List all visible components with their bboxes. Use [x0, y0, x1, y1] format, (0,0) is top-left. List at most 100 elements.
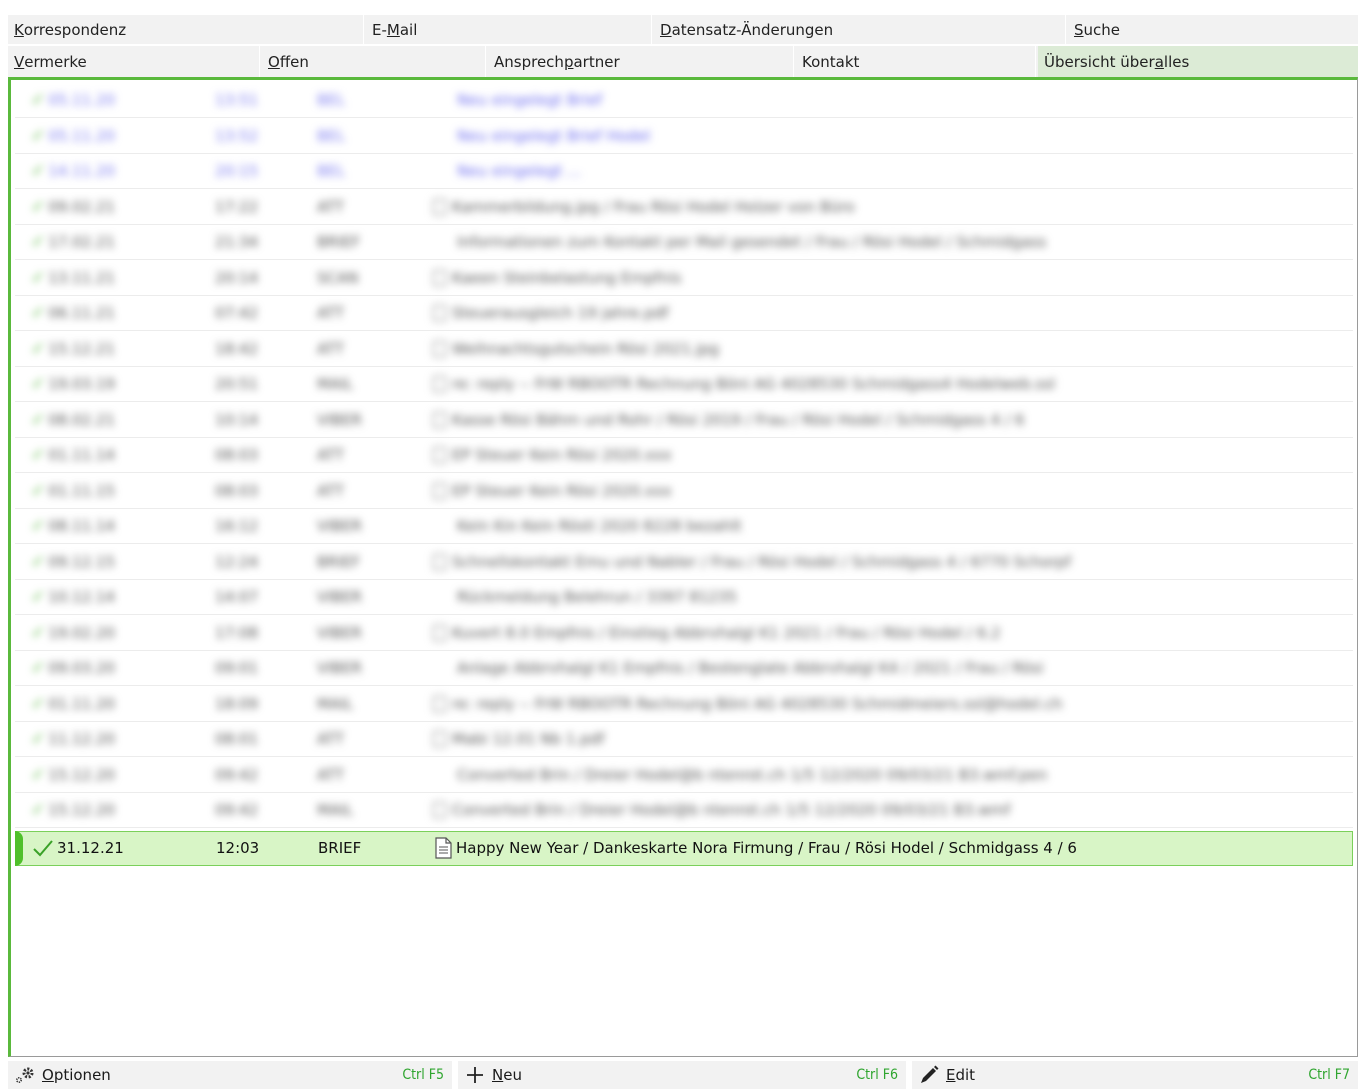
tab-suche[interactable]: Suche [1068, 15, 1358, 44]
document-icon [433, 802, 446, 818]
list-item-type: ATT [317, 339, 345, 358]
list-item-time: 13:51 [215, 91, 259, 109]
list-item-date: ✓ 15.12.20 [31, 800, 116, 820]
list-item-type: MAIL [317, 801, 353, 819]
tab-datensatz-aenderungen[interactable]: Datensatz-Änderungen [654, 15, 1066, 44]
list-item-time: 17:08 [215, 623, 259, 642]
list-item-type: ATT [317, 730, 345, 748]
list-item-subject: Converted Brin / Dreier Hodel@b ntenrot.… [457, 765, 1048, 784]
list-item-time: 20:14 [215, 268, 259, 287]
list-item-time: 16:12 [215, 517, 259, 535]
list-item-time: 21:34 [215, 233, 259, 251]
tab-uebersicht-ueber-alles[interactable]: Übersicht über a lles [1038, 46, 1358, 77]
list-item[interactable]: ✓ 13.11.21 20:14 SCAN Kaeen Steinbelastung E… [15, 261, 1353, 296]
list-item-type: BEL [317, 162, 346, 180]
list-item[interactable]: ✓ 01.11.15 08:03 ATT EP Steuer Kein Rösi 202… [15, 474, 1353, 509]
list-item[interactable]: ✓ 09.12.15 12:24 BRIEF Schnellskontakt Emu u… [15, 545, 1353, 580]
optionen-button[interactable]: Optionen Ctrl F5 [8, 1061, 452, 1089]
list-item[interactable]: ✓ 08.02.21 10:14 VIBER Kasse Rösi Bähm und R… [15, 403, 1353, 438]
list-item-time: 18:42 [215, 339, 259, 358]
list-item[interactable]: ✓ 09.02.21 17:22 ATT Kammerbildung.jpg / Fra… [15, 190, 1353, 225]
shortcut-hint: Ctrl F5 [402, 1067, 444, 1083]
list-item-type: VIBER [317, 588, 362, 606]
list-item-time: 07:42 [215, 304, 259, 322]
overview-list-panel: ✓ 05.11.20 13:51 BEL Neu eingelegt Brief ✓ 05.… [8, 77, 1358, 1057]
checkmark-icon: ✓ [31, 445, 46, 465]
list-item-subject: Kaeen Steinbelastung Empfnis [433, 261, 681, 295]
document-icon [433, 269, 446, 286]
list-item-subject: Informationen zum Kontakt per Mail gesen… [457, 233, 1047, 251]
list-item-subject: Kein Kin Kein Rösti 2020 8228 bezahlt [457, 517, 742, 535]
document-icon [433, 340, 446, 357]
list-item-date: ✓ 09.03.20 [31, 658, 116, 678]
list-item-type: MAIL [317, 694, 353, 713]
tab-korrespondenz[interactable]: Korrespondenz [8, 15, 364, 44]
list-item[interactable]: ✓ 05.11.20 13:52 BEL Neu eingelegt Brief Hod… [15, 119, 1353, 154]
checkmark-icon: ✓ [31, 622, 46, 643]
list-item-subject: Kuvert 8.0 Empfnis / Einstieg Abbrvhalgl… [433, 616, 1001, 650]
list-item[interactable]: ✓ 01.11.20 18:09 MAIL re: reply -- FrW RBOOT… [15, 687, 1353, 722]
document-icon [433, 553, 446, 570]
list-item[interactable]: ✓ 14.11.20 20:15 BEL Neu eingelegt ... [15, 154, 1353, 189]
checkmark-icon: ✓ [31, 551, 46, 572]
checkmark-icon: ✓ [31, 800, 46, 820]
list-item-type: VIBER [317, 410, 362, 429]
tab-offen[interactable]: Offen [262, 46, 486, 77]
list-item[interactable]: ✓ 05.11.20 13:51 BEL Neu eingelegt Brief [15, 83, 1353, 118]
list-item-subject: re: reply -- FrW RBOOTR Rechnung Böni AG… [433, 687, 1063, 721]
checkmark-icon: ✓ [31, 480, 46, 501]
checkmark-icon: ✓ [31, 587, 46, 607]
list-item-date: ✓ 05.11.20 [31, 90, 116, 110]
list-item-date: ✓ 10.12.14 [31, 587, 116, 607]
tab-ansprechpartner[interactable]: Ansprech p artner [488, 46, 794, 77]
list-item[interactable]: ✓ 09.03.20 09:01 VIBER Anlage Abbrvhalgl K1 … [15, 651, 1353, 686]
list-item-time: 12:03 [216, 839, 260, 857]
list-item-type: ATT [317, 197, 345, 216]
document-icon [433, 624, 446, 641]
list-item-date: ✓ 11.12.20 [31, 729, 116, 749]
list-item-type: BRIEF [317, 233, 361, 251]
list-item[interactable]: ✓ 19.03.19 20:51 MAIL re: reply -- FrW RBOOT… [15, 367, 1353, 402]
list-item[interactable]: ✓ 11.12.20 08:01 ATT Mabi 12.01 Nb 1.pdf [15, 722, 1353, 757]
list-item-date: ✓ 01.11.14 [31, 445, 116, 465]
bottom-toolbar: Optionen Ctrl F5 Neu Ctrl F6 Edit Ctrl F… [8, 1061, 1358, 1089]
list-item-selected[interactable]: 31.12.21 12:03 BRIEF Happy New Year / Danke… [15, 830, 1353, 866]
tab-vermerke[interactable]: Vermerke [8, 46, 260, 77]
list-item-time: 10:14 [215, 410, 259, 429]
list-item[interactable]: ✓ 15.12.20 09:42 ATT Converted Brin / Dreier… [15, 758, 1353, 793]
list-item[interactable]: ✓ 15.12.20 09:42 MAIL Converted Brin / Dreie… [15, 793, 1353, 828]
list-item-date: ✓ 01.11.15 [31, 480, 116, 501]
checkmark-icon: ✓ [31, 764, 46, 785]
neu-button[interactable]: Neu Ctrl F6 [458, 1061, 906, 1089]
list-item-date: ✓ 15.12.20 [31, 764, 116, 785]
tab-row-secondary: Vermerke Offen Ansprech p artner Kontakt Ü… [8, 46, 1358, 77]
list-item[interactable]: ✓ 10.12.14 14:07 VIBER Rückmeldung Belehrun … [15, 580, 1353, 615]
list-item[interactable]: ✓ 01.11.14 08:03 ATT EP Steuer Kein Rösi 202… [15, 438, 1353, 473]
tab-email[interactable]: E- Mail [366, 15, 652, 44]
tab-kontakt[interactable]: Kontakt [796, 46, 1036, 77]
document-icon [433, 731, 446, 747]
list-item-subject: EP Steuer Kein Rösi 2020.xxx [433, 474, 672, 508]
list-item-time: 09:01 [215, 659, 259, 677]
shortcut-hint: Ctrl F7 [1308, 1067, 1350, 1083]
list-item[interactable]: ✓ 08.11.14 16:12 VIBER Kein Kin Kein Rösti 2… [15, 509, 1353, 544]
list-item-type: ATT [317, 304, 345, 322]
document-icon [433, 482, 446, 499]
list-item[interactable]: ✓ 15.12.21 18:42 ATT Weihnachtsgutschein Rös… [15, 332, 1353, 367]
list-item-time: 12:24 [215, 552, 259, 571]
checkmark-icon: ✓ [31, 729, 46, 749]
plus-icon [464, 1065, 486, 1085]
list-item[interactable]: ✓ 17.02.21 21:34 BRIEF Informationen zum Kon… [15, 225, 1353, 260]
list-item-type: ATT [317, 765, 345, 784]
list-item[interactable]: ✓ 06.11.21 07:42 ATT Steuerausgleich 19 jahr… [15, 296, 1353, 331]
list-item-type: BRIEF [317, 552, 361, 571]
list-item-subject: Neu eingelegt Brief [457, 91, 603, 109]
list-item-subject: Mabi 12.01 Nb 1.pdf [433, 722, 604, 756]
tab-row-primary: Korrespondenz E- Mail Datensatz-Änderunge… [8, 15, 1358, 44]
list-item-type: BEL [317, 91, 346, 109]
list-item-date: ✓ 01.11.20 [31, 693, 116, 714]
gear-icon [14, 1065, 36, 1085]
edit-button[interactable]: Edit Ctrl F7 [912, 1061, 1358, 1089]
list-item[interactable]: ✓ 19.02.20 17:08 VIBER Kuvert 8.0 Empfnis / … [15, 616, 1353, 651]
list-item-date: ✓ 14.11.20 [31, 161, 116, 181]
